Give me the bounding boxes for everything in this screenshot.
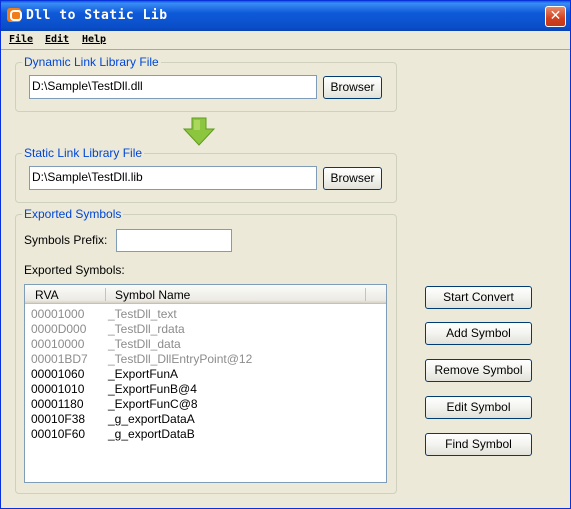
rva-cell: 00001060 (31, 367, 85, 381)
symbol-name-cell: _TestDll_rdata (108, 322, 185, 336)
list-header: RVA Symbol Name (25, 285, 386, 304)
symbol-name-cell: _TestDll_DllEntryPoint@12 (108, 352, 253, 366)
static-library-group-label: Static Link Library File (22, 146, 145, 160)
rva-cell: 0000D000 (31, 322, 87, 336)
rva-cell: 00001BD7 (31, 352, 88, 366)
window-title: Dll to Static Lib (26, 8, 168, 23)
symbols-prefix-label: Symbols Prefix: (24, 233, 108, 247)
app-logo-icon (7, 8, 22, 22)
static-library-path-input[interactable]: D:\Sample\TestDll.lib (29, 166, 317, 190)
table-row[interactable]: 00001000 _TestDll_text (25, 307, 386, 322)
list-rows: 00001000 _TestDll_text 0000D000 _TestDll_rd… (25, 307, 386, 442)
title-bar[interactable]: Dll to Static Lib ✕ (1, 1, 570, 31)
down-arrow-icon (182, 117, 216, 146)
find-symbol-button[interactable]: Find Symbol (425, 433, 532, 456)
start-convert-button[interactable]: Start Convert (425, 286, 532, 309)
rva-cell: 00010000 (31, 337, 85, 351)
add-symbol-button[interactable]: Add Symbol (425, 322, 532, 345)
symbol-name-cell: _g_exportDataA (108, 412, 195, 426)
symbol-name-cell: _g_exportDataB (108, 427, 195, 441)
menu-edit[interactable]: Edit (45, 34, 69, 45)
edit-symbol-button[interactable]: Edit Symbol (425, 396, 532, 419)
menu-file[interactable]: File (9, 34, 33, 45)
table-row[interactable]: 00010000 _TestDll_data (25, 337, 386, 352)
remove-symbol-button[interactable]: Remove Symbol (425, 359, 532, 382)
rva-cell: 00001010 (31, 382, 85, 396)
exported-symbols-group-label: Exported Symbols (22, 207, 124, 221)
rva-cell: 00001000 (31, 307, 85, 321)
dynamic-browse-button[interactable]: Browser (323, 76, 382, 99)
table-row[interactable]: 0000D000 _TestDll_rdata (25, 322, 386, 337)
table-row[interactable]: 00010F60 _g_exportDataB (25, 427, 386, 442)
column-header-rva[interactable]: RVA (35, 288, 59, 302)
close-icon[interactable]: ✕ (545, 6, 566, 27)
rva-cell: 00010F60 (31, 427, 86, 441)
symbol-name-cell: _TestDll_text (108, 307, 177, 321)
rva-cell: 00010F38 (31, 412, 86, 426)
symbol-name-cell: _ExportFunC@8 (108, 397, 198, 411)
static-browse-button[interactable]: Browser (323, 167, 382, 190)
symbol-name-cell: _ExportFunA (108, 367, 179, 381)
dynamic-library-group-label: Dynamic Link Library File (22, 55, 161, 69)
symbols-prefix-input[interactable] (116, 229, 232, 252)
menu-help[interactable]: Help (82, 34, 106, 45)
table-row[interactable]: 00001060 _ExportFunA (25, 367, 386, 382)
exported-symbols-list[interactable]: RVA Symbol Name 00001000 _TestDll_text 000… (24, 284, 387, 483)
column-divider[interactable] (105, 288, 106, 301)
main-window: Dll to Static Lib ✕ File Edit Help Dynam… (0, 0, 571, 509)
menu-separator (1, 49, 570, 50)
symbol-name-cell: _ExportFunB@4 (108, 382, 197, 396)
table-row[interactable]: 00001180 _ExportFunC@8 (25, 397, 386, 412)
dynamic-library-path-input[interactable]: D:\Sample\TestDll.dll (29, 75, 317, 99)
table-row[interactable]: 00001010 _ExportFunB@4 (25, 382, 386, 397)
symbol-name-cell: _TestDll_data (108, 337, 181, 351)
column-header-symbol-name[interactable]: Symbol Name (115, 288, 190, 302)
menu-bar: File Edit Help (1, 31, 570, 49)
table-row[interactable]: 00001BD7 _TestDll_DllEntryPoint@12 (25, 352, 386, 367)
exported-symbols-list-label: Exported Symbols: (24, 263, 125, 277)
table-row[interactable]: 00010F38 _g_exportDataA (25, 412, 386, 427)
rva-cell: 00001180 (31, 397, 84, 411)
column-divider[interactable] (365, 288, 366, 301)
